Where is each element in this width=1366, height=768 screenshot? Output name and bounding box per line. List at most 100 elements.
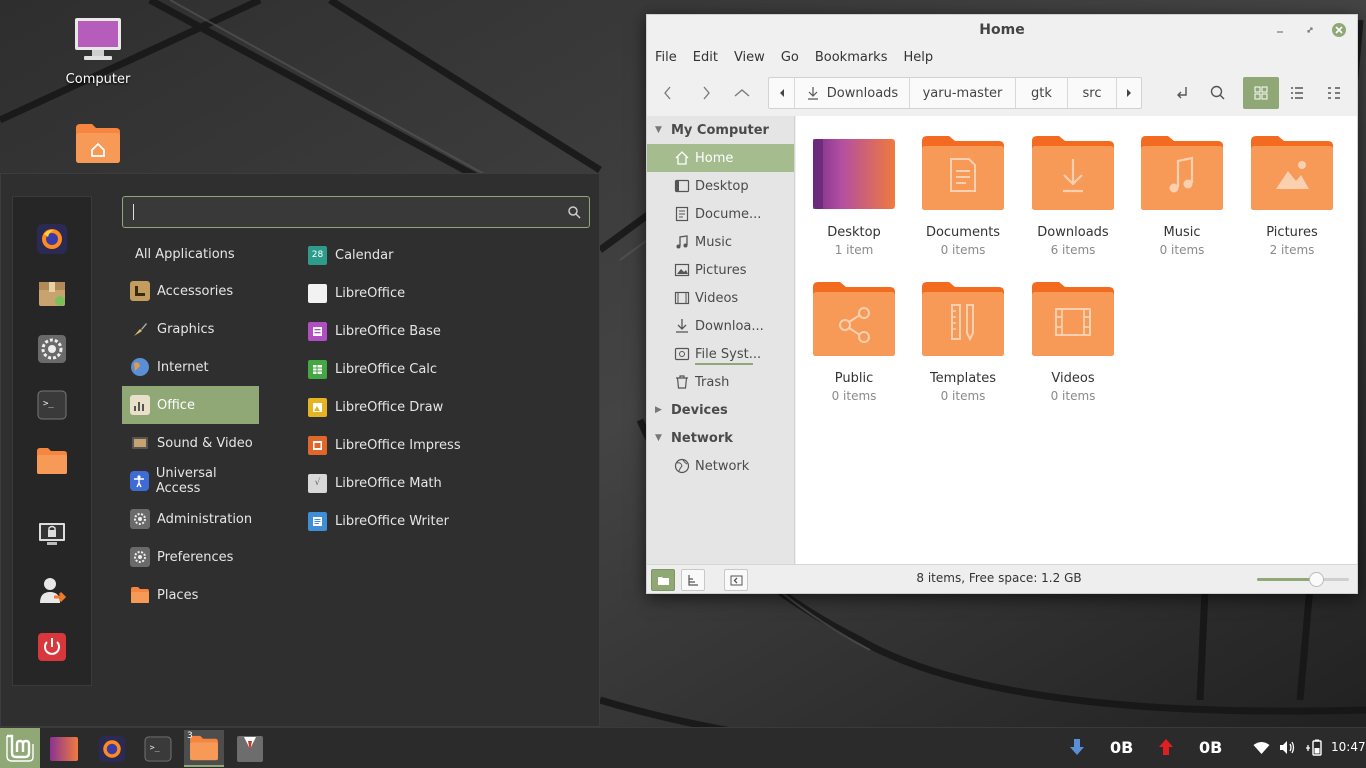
- fav-power[interactable]: [32, 627, 72, 667]
- category-sound-video[interactable]: Sound & Video: [122, 424, 259, 462]
- fav-files[interactable]: [32, 441, 72, 481]
- file-item-music[interactable]: Music 0 items: [1130, 135, 1234, 257]
- zoom-slider[interactable]: [1257, 572, 1349, 587]
- panel-window-app[interactable]: [230, 730, 270, 767]
- desktop-icon-computer[interactable]: Computer: [43, 16, 153, 87]
- path-segment-downloads[interactable]: Downloads: [795, 78, 910, 108]
- battery-icon[interactable]: [1304, 739, 1324, 756]
- pathbar-scroll-left[interactable]: [769, 78, 795, 108]
- fav-logout[interactable]: [32, 571, 72, 611]
- sidebar-item-desktop[interactable]: Desktop: [647, 172, 794, 200]
- fav-settings[interactable]: [32, 329, 72, 369]
- sidebar-section-devices[interactable]: ▶ Devices: [647, 396, 794, 424]
- sidebar-item-home[interactable]: Home: [647, 144, 794, 172]
- app-libreoffice-draw[interactable]: LibreOffice Draw: [299, 388, 589, 426]
- sidebar-section-my-computer[interactable]: ▼ My Computer: [647, 116, 794, 144]
- path-segment-src[interactable]: src: [1068, 78, 1117, 108]
- file-item-desktop[interactable]: Desktop 1 item: [802, 135, 906, 257]
- panel-launcher-firefox[interactable]: [92, 730, 132, 767]
- pathbar-scroll-right[interactable]: [1117, 78, 1141, 108]
- sidebar-item-documents[interactable]: Docume...: [647, 200, 794, 228]
- documents-icon: [674, 206, 690, 222]
- menu-help[interactable]: Help: [895, 47, 941, 69]
- menu-go[interactable]: Go: [773, 47, 807, 69]
- file-item-public[interactable]: Public 0 items: [802, 281, 906, 403]
- app-libreoffice-impress[interactable]: LibreOffice Impress: [299, 426, 589, 464]
- list-view-button[interactable]: [1279, 77, 1315, 109]
- file-view[interactable]: Desktop 1 item Documents 0 items Downloa…: [796, 116, 1357, 564]
- sidebar-item-downloads[interactable]: Downloa...: [647, 312, 794, 340]
- sidebar-item-music[interactable]: Music: [647, 228, 794, 256]
- app-libreoffice[interactable]: LibreOffice: [299, 274, 589, 312]
- back-button[interactable]: [651, 77, 685, 109]
- sidebar-item-label: Desktop: [695, 178, 749, 194]
- file-item-documents[interactable]: Documents 0 items: [911, 135, 1015, 257]
- fav-package-manager[interactable]: [32, 273, 72, 313]
- app-libreoffice-writer[interactable]: LibreOffice Writer: [299, 502, 589, 540]
- menu-view[interactable]: View: [726, 47, 773, 69]
- triangle-right-icon: [1127, 89, 1131, 97]
- category-all-applications[interactable]: All Applications: [122, 236, 259, 272]
- file-item-count: 2 items: [1269, 243, 1315, 257]
- pictures-folder-icon: [1251, 136, 1333, 210]
- mint-menu-button[interactable]: [0, 728, 40, 768]
- fav-terminal[interactable]: >_: [32, 385, 72, 425]
- file-manager-window: Home File Edit View Go Bookmarks Help Do…: [646, 14, 1358, 594]
- path-segment-yaru-master[interactable]: yaru-master: [910, 78, 1016, 108]
- fav-lock-screen[interactable]: [32, 515, 72, 555]
- category-office[interactable]: Office: [122, 386, 259, 424]
- graphics-icon: [130, 319, 150, 339]
- panel-launcher-terminal[interactable]: >_: [138, 730, 178, 767]
- file-item-videos[interactable]: Videos 0 items: [1021, 281, 1125, 403]
- category-internet[interactable]: Internet: [122, 348, 259, 386]
- app-label: LibreOffice Draw: [335, 399, 444, 415]
- category-preferences[interactable]: Preferences: [122, 538, 259, 576]
- sidebar-item-filesystem[interactable]: File Syst...: [647, 340, 794, 368]
- menu-edit[interactable]: Edit: [685, 47, 726, 69]
- search-button[interactable]: [1201, 77, 1235, 109]
- toggle-location-button[interactable]: [1165, 77, 1199, 109]
- category-administration[interactable]: Administration: [122, 500, 259, 538]
- icon-view-button[interactable]: [1243, 77, 1279, 109]
- zoom-slider-handle[interactable]: [1308, 572, 1324, 587]
- volume-icon[interactable]: [1279, 740, 1296, 755]
- app-calendar[interactable]: 28 Calendar: [299, 236, 589, 274]
- close-button[interactable]: [1330, 21, 1348, 39]
- disk-usage-bar: [695, 363, 753, 365]
- title-bar[interactable]: Home: [647, 15, 1357, 45]
- file-item-downloads[interactable]: Downloads 6 items: [1021, 135, 1125, 257]
- fav-firefox[interactable]: [32, 219, 72, 259]
- menu-bookmarks[interactable]: Bookmarks: [807, 47, 896, 69]
- minimize-button[interactable]: [1271, 21, 1289, 39]
- videos-icon: [674, 290, 690, 306]
- sidebar-item-network[interactable]: Network: [647, 452, 794, 480]
- clock[interactable]: 10:47: [1331, 740, 1366, 754]
- menu-file[interactable]: File: [647, 47, 685, 69]
- wifi-icon[interactable]: [1253, 741, 1270, 755]
- category-places[interactable]: Places: [122, 576, 259, 614]
- category-graphics[interactable]: Graphics: [122, 310, 259, 348]
- maximize-button[interactable]: [1301, 21, 1319, 39]
- up-button[interactable]: [725, 77, 759, 109]
- sidebar-item-trash[interactable]: Trash: [647, 368, 794, 396]
- download-arrow-icon: [1070, 739, 1084, 755]
- app-libreoffice-base[interactable]: LibreOffice Base: [299, 312, 589, 350]
- forward-button[interactable]: [689, 77, 723, 109]
- category-accessories[interactable]: Accessories: [122, 272, 259, 310]
- panel-launcher-show-desktop[interactable]: [44, 730, 84, 767]
- desktop-icon-home[interactable]: [43, 122, 153, 168]
- compact-view-button[interactable]: [1316, 77, 1352, 109]
- panel-window-files[interactable]: 3: [184, 730, 224, 767]
- sidebar-section-network[interactable]: ▼ Network: [647, 424, 794, 452]
- file-item-templates[interactable]: Templates 0 items: [911, 281, 1015, 403]
- sidebar-item-videos[interactable]: Videos: [647, 284, 794, 312]
- file-name: Downloads: [1037, 225, 1109, 240]
- menu-search-input[interactable]: [122, 196, 590, 228]
- path-segment-gtk[interactable]: gtk: [1016, 78, 1068, 108]
- app-libreoffice-calc[interactable]: LibreOffice Calc: [299, 350, 589, 388]
- menu-bar: File Edit View Go Bookmarks Help: [647, 47, 941, 69]
- file-item-pictures[interactable]: Pictures 2 items: [1240, 135, 1344, 257]
- category-universal-access[interactable]: Universal Access: [122, 462, 259, 500]
- app-libreoffice-math[interactable]: √ LibreOffice Math: [299, 464, 589, 502]
- sidebar-item-pictures[interactable]: Pictures: [647, 256, 794, 284]
